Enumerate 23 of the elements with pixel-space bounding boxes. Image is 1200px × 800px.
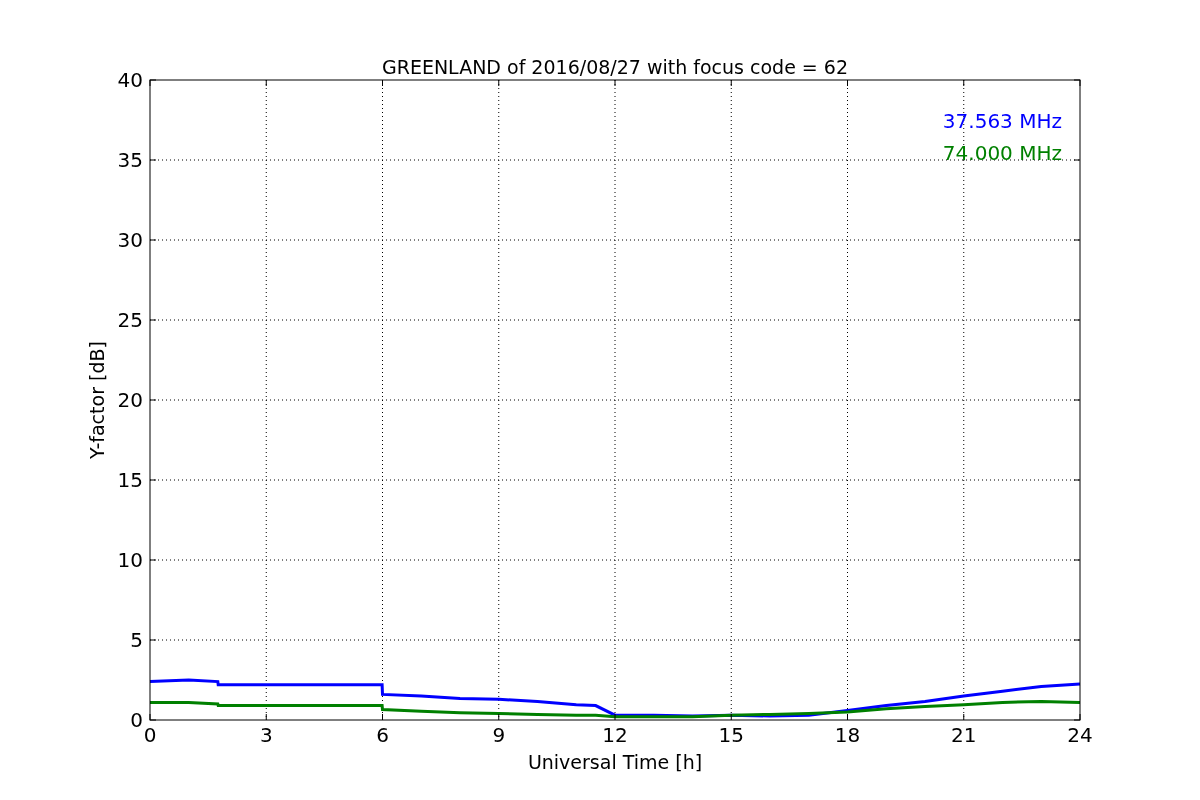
x-tick-label: 15 — [718, 723, 744, 747]
x-tick-label: 3 — [259, 723, 273, 747]
x-axis-label: Universal Time [h] — [527, 751, 703, 773]
x-tick-label: 24 — [1067, 723, 1093, 747]
y-tick-label: 35 — [117, 148, 143, 172]
y-tick-label: 20 — [117, 388, 143, 412]
x-tick-label: 12 — [602, 723, 628, 747]
y-tick-label: 40 — [117, 68, 143, 92]
y-tick-label: 10 — [117, 548, 143, 572]
x-tick-label: 6 — [376, 723, 389, 747]
x-tick-label: 21 — [951, 723, 977, 747]
y-tick-label: 0 — [130, 708, 143, 732]
x-tick-label: 9 — [492, 723, 506, 747]
legend-label: 37.563 MHz — [942, 109, 1062, 133]
y-tick-label: 25 — [117, 308, 143, 332]
legend-label: 74.000 MHz — [942, 141, 1062, 165]
y-tick-label: 15 — [117, 468, 143, 492]
x-tick-label: 0 — [143, 723, 157, 747]
chart-title: GREENLAND of 2016/08/27 with focus code = 62 — [382, 56, 848, 78]
x-tick-label: 18 — [834, 723, 861, 747]
y-axis-label: Y-factor [dB] — [86, 341, 108, 459]
y-tick-label: 5 — [130, 628, 143, 652]
y-tick-label: 30 — [117, 228, 143, 252]
